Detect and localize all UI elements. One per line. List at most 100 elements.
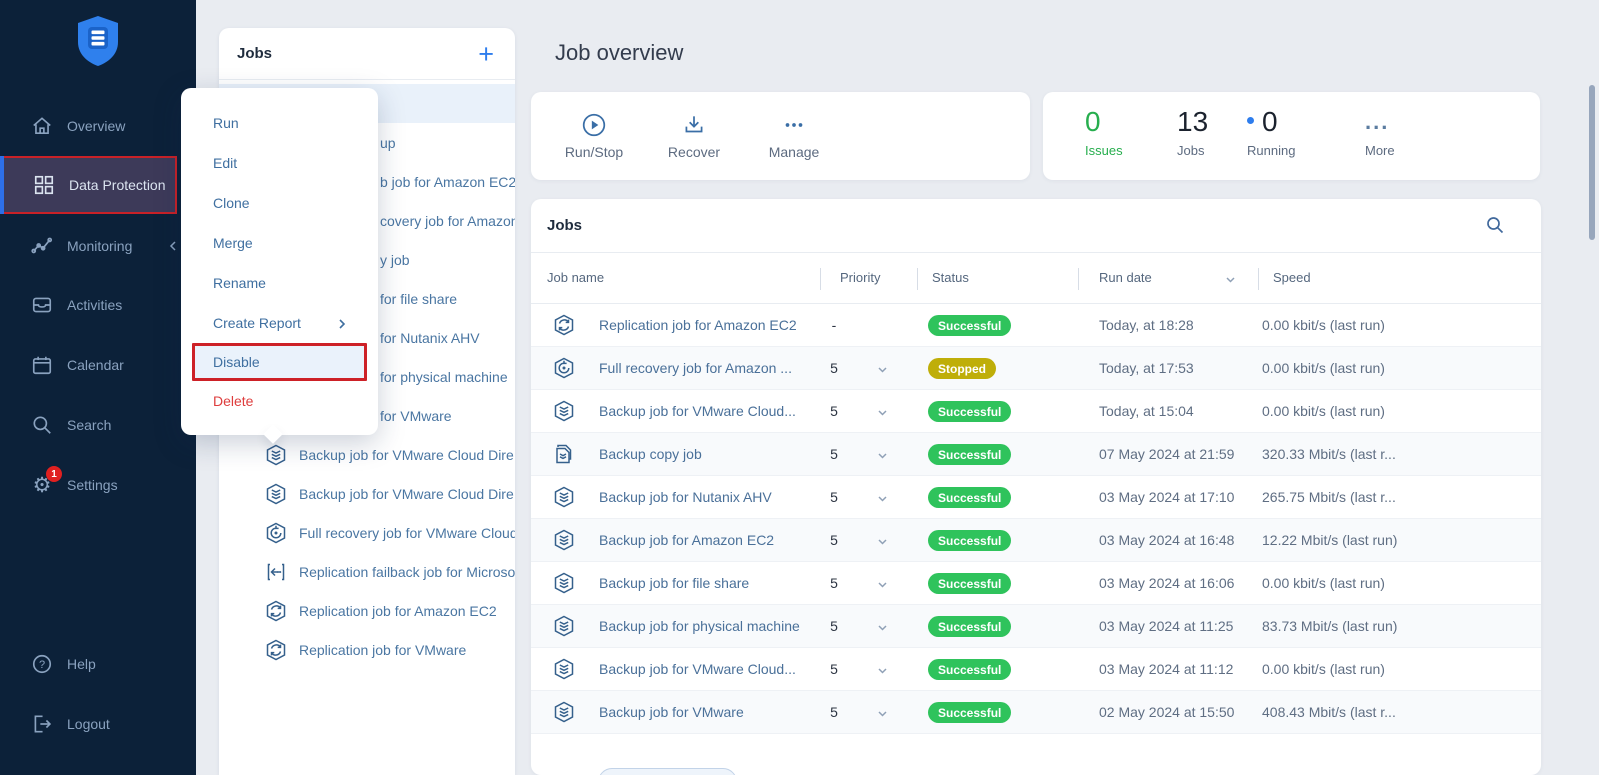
menu-item-rename[interactable]: Rename [181,263,378,303]
run-date: 07 May 2024 at 21:59 [1099,446,1234,462]
priority-value: 5 [821,618,847,634]
priority-dropdown-chevron-icon[interactable] [876,406,889,419]
speed-value: 408.43 Mbit/s (last r... [1262,704,1396,720]
sidebar-item-data-protection[interactable]: Data Protection [0,156,177,214]
stat-label: More [1365,143,1395,158]
stat-running: 0Running [1247,106,1295,158]
inbox-icon [31,294,53,316]
priority-value: 5 [821,360,847,376]
run-date: 02 May 2024 at 15:50 [1099,704,1234,720]
column-header-job-name[interactable]: Job name [547,270,604,285]
monitoring-icon [31,235,53,257]
menu-item-label: Run [213,115,239,131]
column-header-speed[interactable]: Speed [1273,270,1311,285]
status-badge: Successful [928,573,1011,594]
priority-dropdown-chevron-icon[interactable] [876,707,889,720]
run-date: 03 May 2024 at 17:10 [1099,489,1234,505]
run-stop-button[interactable]: Run/Stop [559,112,629,160]
chevron-left-icon[interactable] [163,235,182,257]
menu-item-run[interactable]: Run [181,103,378,143]
job-name: Backup job for VMware [599,704,744,720]
job-list-item[interactable]: Replication job for Amazon EC2 [219,591,515,630]
table-row[interactable]: Backup job for VMware Cloud...5Successfu… [531,648,1541,691]
gear-icon: ⚙1 [31,474,53,496]
job-name: Replication job for Amazon EC2 [599,317,797,333]
run-date: Today, at 15:04 [1099,403,1194,419]
job-list-item-label: Backup job for VMware Cloud Dire [299,447,514,463]
menu-item-create-report[interactable]: Create Report [181,303,378,343]
menu-item-delete[interactable]: Delete [181,381,378,421]
menu-item-edit[interactable]: Edit [181,143,378,183]
sidebar-item-help[interactable]: ?Help [0,634,196,694]
action-label: Manage [769,144,820,160]
run-date: 03 May 2024 at 11:12 [1099,661,1233,677]
priority-dropdown-chevron-icon[interactable] [876,363,889,376]
backup-job-icon [553,572,575,594]
backup-job-icon [553,529,575,551]
failback-job-icon [265,561,287,583]
add-job-button[interactable]: + [478,39,494,69]
recovery-job-icon [265,522,287,544]
home-icon [31,115,53,137]
sidebar-item-calendar[interactable]: Calendar [0,335,196,395]
priority-dropdown-chevron-icon[interactable] [876,664,889,677]
sidebar-item-search[interactable]: Search [0,395,196,455]
menu-item-merge[interactable]: Merge [181,223,378,263]
play-icon [581,112,607,138]
job-list-item-label: Replication job for Amazon EC2 [299,603,497,619]
column-divider [1258,268,1259,290]
sidebar-item-settings[interactable]: ⚙1 Settings [0,455,196,515]
sidebar-item-monitoring[interactable]: Monitoring [0,216,196,276]
job-list-item[interactable]: Backup job for VMware Cloud Dire [219,474,515,513]
recover-button[interactable]: Recover [659,112,729,160]
page-scrollbar[interactable] [1589,85,1595,240]
stat-more[interactable]: ...More [1365,106,1395,158]
priority-dropdown-chevron-icon[interactable] [876,578,889,591]
priority-dropdown-chevron-icon[interactable] [876,449,889,462]
column-header-status[interactable]: Status [932,270,969,285]
manage-button[interactable]: Manage [759,112,829,160]
speed-value: 0.00 kbit/s (last run) [1262,317,1385,333]
table-row[interactable]: Replication job for Amazon EC2-Successfu… [531,304,1541,347]
status-badge: Successful [928,659,1011,680]
table-row[interactable]: Backup job for physical machine5Successf… [531,605,1541,648]
sidebar-item-activities[interactable]: Activities [0,275,196,335]
status-badge: Successful [928,315,1011,336]
priority-dropdown-chevron-icon[interactable] [876,621,889,634]
table-row[interactable]: Backup job for Nutanix AHV5Successful03 … [531,476,1541,519]
job-list-item[interactable]: Full recovery job for VMware Cloud [219,513,515,552]
column-divider [917,268,918,290]
backup-job-icon [265,444,287,466]
table-row[interactable]: Backup job for VMware Cloud...5Successfu… [531,390,1541,433]
jobs-table-header: Job name Priority Status Run date Speed [531,252,1541,304]
menu-item-label: Create Report [213,315,301,331]
sidebar-item-overview[interactable]: Overview [0,96,196,156]
job-list-item[interactable]: Replication failback job for Microsof [219,552,515,591]
menu-item-clone[interactable]: Clone [181,183,378,223]
speed-value: 0.00 kbit/s (last run) [1262,661,1385,677]
action-label: Run/Stop [565,144,623,160]
show-more-button[interactable] [598,768,737,775]
job-list-item[interactable]: Replication job for VMware [219,630,515,669]
priority-dropdown-chevron-icon[interactable] [876,535,889,548]
sidebar-item-logout[interactable]: Logout [0,694,196,754]
table-row[interactable]: Backup job for Amazon EC25Successful03 M… [531,519,1541,562]
table-row[interactable]: Backup job for VMware5Successful02 May 2… [531,691,1541,734]
status-badge: Successful [928,530,1011,551]
menu-item-disable[interactable]: Disable [192,343,367,381]
menu-item-label: Edit [213,155,237,171]
run-date: Today, at 17:53 [1099,360,1194,376]
job-list-item[interactable]: Backup job for VMware Cloud Dire [219,435,515,474]
table-row[interactable]: Backup job for file share5Successful03 M… [531,562,1541,605]
table-row[interactable]: Full recovery job for Amazon ...5Stopped… [531,347,1541,390]
priority-dropdown-chevron-icon[interactable] [876,492,889,505]
jobs-table-card: Jobs Job namePriorityStatusRun dateSpeed… [531,199,1541,775]
column-header-priority[interactable]: Priority [840,270,880,285]
column-header-run-date[interactable]: Run date [1099,270,1152,285]
sort-chevron-down-icon[interactable] [1224,273,1236,285]
table-row[interactable]: Backup copy job5Successful07 May 2024 at… [531,433,1541,476]
priority-value: 5 [821,403,847,419]
sidebar-item-label: Settings [67,477,118,493]
priority-value: 5 [821,489,847,505]
search-icon[interactable] [1485,215,1505,235]
